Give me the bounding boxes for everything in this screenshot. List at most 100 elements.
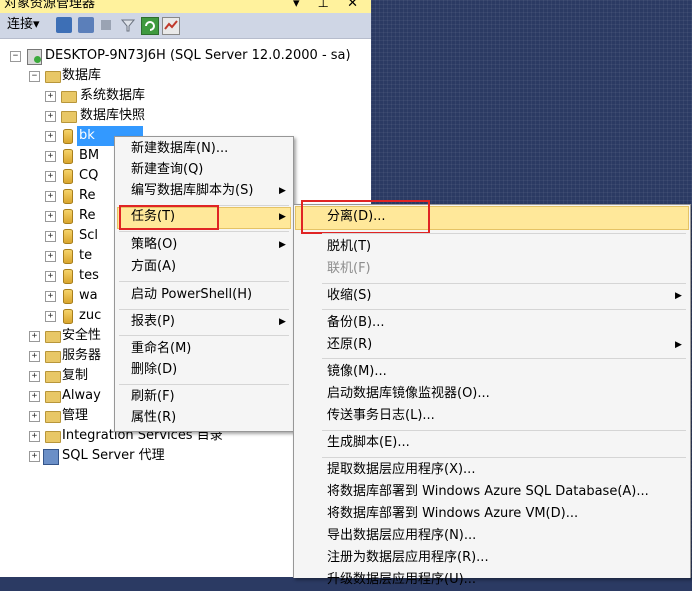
menu-item-rename[interactable]: 重命名(M) bbox=[131, 338, 291, 360]
menu-item-label: 编写数据库脚本为(S) bbox=[131, 183, 254, 198]
folder-icon bbox=[45, 391, 61, 403]
refresh-icon[interactable] bbox=[141, 17, 159, 35]
menu-item-properties[interactable]: 属性(R) bbox=[131, 407, 291, 429]
database-icon bbox=[63, 269, 73, 284]
menu-item-policies[interactable]: 策略(O) ▶ bbox=[131, 234, 291, 256]
filter-icon[interactable] bbox=[120, 17, 136, 33]
database-icon bbox=[63, 169, 73, 184]
server-objects-label: 服务器 bbox=[62, 348, 102, 363]
menu-item-new-query[interactable]: 新建查询(Q) bbox=[131, 159, 291, 181]
menu-item-label: 传送事务日志(L)... bbox=[327, 408, 435, 423]
menu-item-register-dac[interactable]: 注册为数据层应用程序(R)... bbox=[327, 547, 682, 569]
menu-separator bbox=[322, 430, 686, 431]
always-on-label: Alway bbox=[62, 388, 101, 403]
menu-item-new-database[interactable]: 新建数据库(N)... bbox=[131, 138, 291, 160]
database-icon bbox=[63, 229, 73, 244]
menu-item-ship-logs[interactable]: 传送事务日志(L)... bbox=[327, 405, 682, 427]
menu-item-label: 注册为数据层应用程序(R)... bbox=[327, 550, 489, 565]
database-label: zuc bbox=[79, 308, 102, 323]
expand-icon[interactable]: + bbox=[45, 231, 56, 242]
menu-item-facets[interactable]: 方面(A) bbox=[131, 256, 291, 278]
menu-item-label: 联机(F) bbox=[327, 261, 371, 276]
agent-icon bbox=[43, 449, 59, 465]
expand-icon[interactable]: + bbox=[29, 371, 40, 382]
folder-icon bbox=[45, 351, 61, 363]
menu-item-backup[interactable]: 备份(B)... bbox=[327, 312, 682, 334]
panel-window-controls[interactable]: ▾ ⊥ ✕ bbox=[293, 0, 365, 13]
submenu-arrow-icon: ▶ bbox=[675, 291, 682, 301]
menu-item-label: 启动数据库镜像监视器(O)... bbox=[327, 386, 490, 401]
annotation-box bbox=[301, 200, 430, 234]
menu-item-delete[interactable]: 删除(D) bbox=[131, 359, 291, 381]
menu-separator bbox=[119, 384, 289, 385]
expand-icon[interactable]: + bbox=[45, 251, 56, 262]
expand-icon[interactable]: + bbox=[29, 391, 40, 402]
menu-item-export-dac[interactable]: 导出数据层应用程序(N)... bbox=[327, 525, 682, 547]
database-label: wa bbox=[79, 288, 98, 303]
menu-item-refresh[interactable]: 刷新(F) bbox=[131, 386, 291, 408]
expand-icon[interactable]: + bbox=[45, 311, 56, 322]
folder-icon bbox=[45, 371, 61, 383]
connect-button[interactable]: 连接▾ bbox=[7, 17, 40, 33]
menu-item-reports[interactable]: 报表(P) ▶ bbox=[131, 311, 291, 333]
menu-item-label: 生成脚本(E)... bbox=[327, 435, 410, 450]
menu-item-label: 备份(B)... bbox=[327, 315, 385, 330]
server-label: DESKTOP-9N73J6H (SQL Server 12.0.2000 - … bbox=[45, 48, 351, 63]
database-label: CQ bbox=[79, 168, 99, 183]
collapse-icon[interactable]: − bbox=[10, 51, 21, 62]
menu-item-mirror[interactable]: 镜像(M)... bbox=[327, 361, 682, 383]
menu-item-script-database[interactable]: 编写数据库脚本为(S) ▶ bbox=[131, 180, 291, 202]
replication-label: 复制 bbox=[62, 368, 89, 383]
folder-icon bbox=[61, 111, 77, 123]
expand-icon[interactable]: + bbox=[29, 331, 40, 342]
expand-icon[interactable]: + bbox=[45, 191, 56, 202]
expand-icon[interactable]: + bbox=[29, 411, 40, 422]
menu-separator bbox=[119, 281, 289, 282]
menu-item-label: 新建数据库(N)... bbox=[131, 141, 229, 156]
expand-icon[interactable]: + bbox=[29, 351, 40, 362]
expand-icon[interactable]: + bbox=[45, 111, 56, 122]
menu-item-upgrade-dac[interactable]: 升级数据层应用程序(U)... bbox=[327, 569, 682, 591]
connect-object-explorer-icon[interactable] bbox=[56, 17, 72, 33]
expand-icon[interactable]: + bbox=[45, 171, 56, 182]
menu-item-start-powershell[interactable]: 启动 PowerShell(H) bbox=[131, 284, 291, 306]
menu-separator bbox=[322, 457, 686, 458]
collapse-icon[interactable]: − bbox=[29, 71, 40, 82]
stop-icon[interactable] bbox=[101, 20, 111, 30]
menu-item-label: 刷新(F) bbox=[131, 389, 175, 404]
disconnect-icon[interactable] bbox=[78, 17, 94, 33]
menu-item-extract-dac[interactable]: 提取数据层应用程序(X)... bbox=[327, 459, 682, 481]
expand-icon[interactable]: + bbox=[45, 131, 56, 142]
menu-item-generate-scripts[interactable]: 生成脚本(E)... bbox=[327, 432, 682, 454]
expand-icon[interactable]: + bbox=[29, 451, 40, 462]
folder-icon bbox=[45, 71, 61, 83]
menu-item-online: 联机(F) bbox=[327, 258, 682, 280]
database-label: te bbox=[79, 248, 93, 263]
menu-item-shrink[interactable]: 收缩(S) ▶ bbox=[327, 285, 682, 307]
menu-item-deploy-azure-vm[interactable]: 将数据库部署到 Windows Azure VM(D)... bbox=[327, 503, 682, 525]
database-label: Re bbox=[79, 188, 96, 203]
database-label: Scl bbox=[79, 228, 99, 243]
menu-separator bbox=[119, 309, 289, 310]
expand-icon[interactable]: + bbox=[45, 91, 56, 102]
menu-item-label: 属性(R) bbox=[131, 410, 177, 425]
expand-icon[interactable]: + bbox=[45, 151, 56, 162]
expand-icon[interactable]: + bbox=[29, 431, 40, 442]
explorer-toolbar: 连接▾ bbox=[0, 13, 371, 39]
snapshots-label: 数据库快照 bbox=[80, 108, 146, 123]
expand-icon[interactable]: + bbox=[45, 291, 56, 302]
menu-item-label: 方面(A) bbox=[131, 259, 177, 274]
submenu-arrow-icon: ▶ bbox=[279, 212, 286, 222]
database-icon bbox=[63, 209, 73, 224]
menu-item-restore[interactable]: 还原(R) ▶ bbox=[327, 334, 682, 356]
expand-icon[interactable]: + bbox=[45, 211, 56, 222]
menu-item-deploy-azure-sql[interactable]: 将数据库部署到 Windows Azure SQL Database(A)... bbox=[327, 481, 682, 503]
database-icon bbox=[63, 289, 73, 304]
activity-monitor-icon[interactable] bbox=[162, 17, 180, 35]
menu-separator bbox=[322, 358, 686, 359]
panel-title: 对象资源管理器 bbox=[4, 0, 96, 11]
submenu-arrow-icon: ▶ bbox=[279, 186, 286, 196]
menu-item-mirror-monitor[interactable]: 启动数据库镜像监视器(O)... bbox=[327, 383, 682, 405]
menu-item-offline[interactable]: 脱机(T) bbox=[327, 236, 682, 258]
expand-icon[interactable]: + bbox=[45, 271, 56, 282]
